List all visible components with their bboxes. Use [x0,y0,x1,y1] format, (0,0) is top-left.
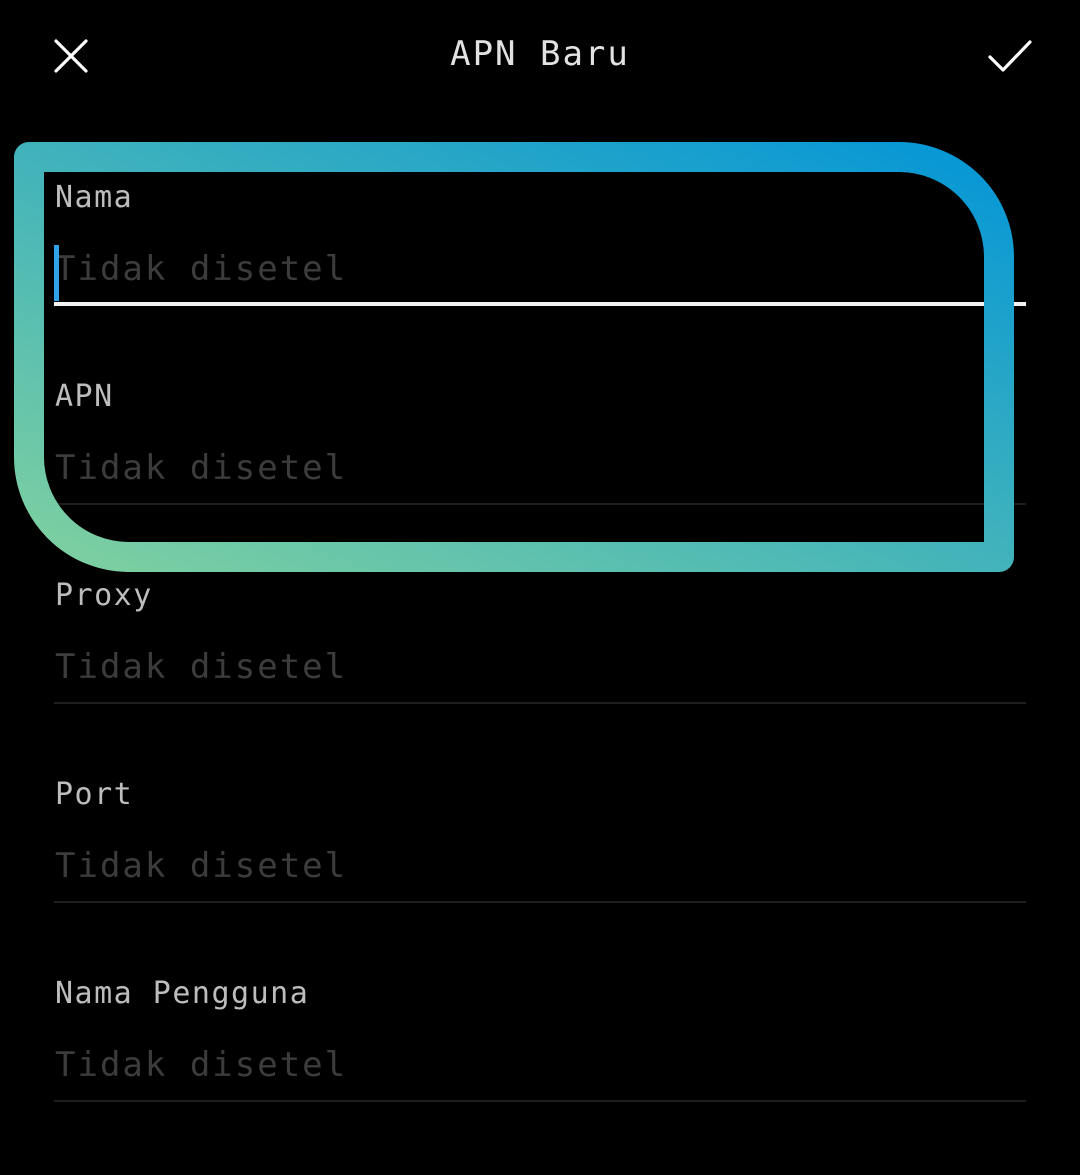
field-underline [54,302,1026,306]
proxy-input[interactable] [54,634,1027,700]
field-label-port: Port [55,777,134,812]
field-underline [54,503,1026,505]
field-proxy: Proxy [54,578,1027,777]
field-name: Nama [54,180,1027,379]
field-username: Nama Pengguna [54,976,1027,1175]
field-apn: APN [54,379,1027,578]
field-underline [54,1100,1026,1102]
field-label-apn: APN [55,379,114,414]
username-input[interactable] [54,1032,1027,1098]
apn-form: Nama APN Proxy Port Nama Pengguna [0,0,1080,1102]
field-label-name: Nama [55,180,134,215]
field-underline [54,702,1026,704]
field-label-proxy: Proxy [55,578,153,613]
field-port: Port [54,777,1027,976]
field-label-username: Nama Pengguna [55,976,310,1011]
field-underline [54,901,1026,903]
port-input[interactable] [54,833,1027,899]
text-cursor [54,245,59,301]
name-input[interactable] [54,236,1027,302]
apn-input[interactable] [54,435,1027,501]
